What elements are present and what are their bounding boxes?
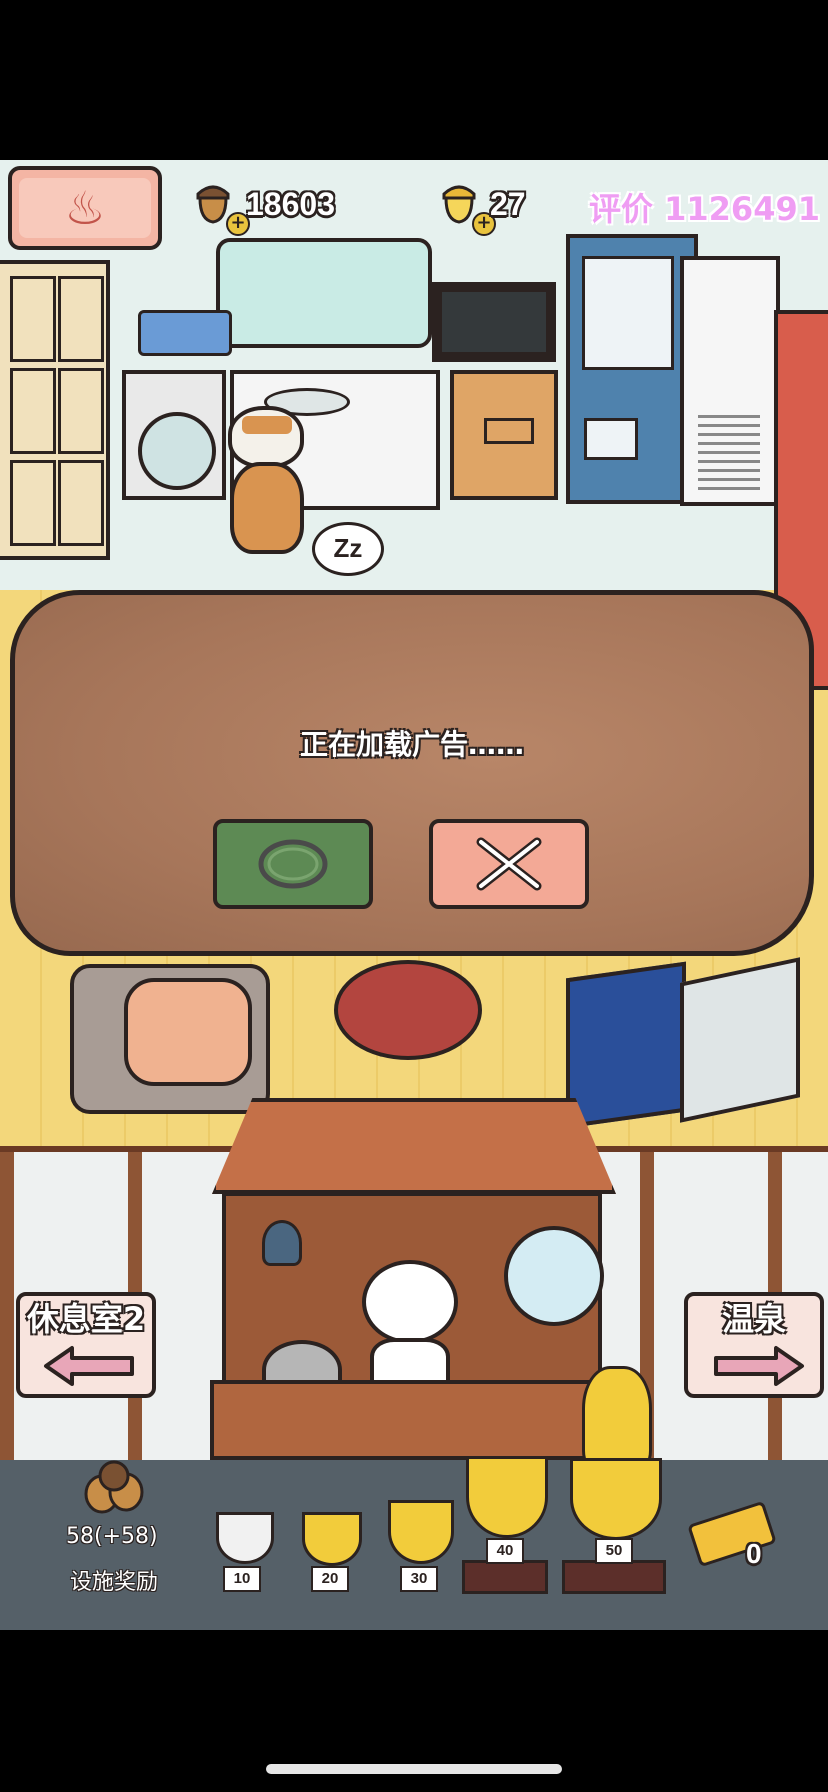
trophy-20-label: 20 [311, 1566, 349, 1592]
wind-chime [262, 1220, 302, 1266]
golden-acorn-count: 27 [490, 186, 526, 222]
facility-reward-value: 58(+58) [66, 1524, 158, 1549]
lockers[interactable] [0, 260, 110, 560]
receptionist-cat[interactable] [356, 1260, 464, 1400]
robot-vacuum[interactable] [334, 960, 482, 1060]
ticket-count: 0 [746, 1538, 762, 1569]
trophy-30[interactable]: 30 [384, 1500, 454, 1592]
vending-machine[interactable] [566, 234, 698, 504]
electric-fan[interactable] [504, 1226, 604, 1326]
trash-bin[interactable] [566, 961, 686, 1129]
go-rest-room-2-button[interactable]: 休息室2 [16, 1292, 156, 1398]
sleep-bubble: Zz [312, 522, 384, 576]
golden-acorn-icon [442, 185, 476, 224]
sleep-bubble-text: Zz [333, 533, 363, 563]
mirror [216, 238, 432, 348]
hot-spring-icon: ♨ [64, 180, 106, 235]
hot-spring-label: 温泉 [721, 1300, 786, 1338]
sleeping-cat[interactable] [224, 406, 314, 556]
dialog-message: 正在加载广告…… [299, 728, 524, 761]
close-icon [476, 837, 542, 891]
hot-spring-menu-button[interactable]: ♨ [8, 166, 162, 250]
confirm-button[interactable] [213, 819, 373, 909]
facility-reward-label[interactable]: 设施奖励 [70, 1564, 158, 1596]
trophy-30-label: 30 [400, 1566, 438, 1592]
rating-score: 评价 1126491 [588, 190, 820, 228]
circle-icon [258, 839, 328, 889]
air-conditioner[interactable] [680, 256, 780, 506]
game-scene: Zz ♨ + 18603 + 27 评价 1126491 正在加载广告…… 休息… [0, 160, 828, 1630]
ad-loading-dialog: 正在加载广告…… [10, 590, 814, 956]
arrow-right-icon [714, 1346, 804, 1386]
trophy-50[interactable]: 50 [562, 1366, 666, 1594]
cancel-button[interactable] [429, 819, 589, 909]
tv[interactable] [432, 282, 556, 362]
acorn-count: 18603 [246, 186, 335, 222]
acorn-pile-icon [84, 1460, 144, 1514]
arrow-left-icon [44, 1346, 134, 1386]
laundry-basket [138, 310, 232, 356]
trophy-10-label: 10 [223, 1566, 261, 1592]
rest-room-2-label: 休息室2 [26, 1300, 146, 1338]
trophy-50-label: 50 [595, 1538, 633, 1564]
reception-roof [212, 1098, 616, 1194]
massage-chair[interactable] [70, 964, 270, 1114]
reception-counter [210, 1380, 610, 1460]
trophy-10[interactable]: 10 [212, 1512, 274, 1592]
scale[interactable] [680, 957, 800, 1123]
trophy-20[interactable]: 20 [298, 1512, 362, 1592]
trophy-40[interactable]: 40 [462, 1456, 548, 1594]
tv-cabinet [450, 370, 558, 500]
home-indicator[interactable] [266, 1764, 562, 1774]
trophy-40-label: 40 [486, 1538, 524, 1564]
washing-machine[interactable] [122, 370, 226, 500]
acorn-icon [196, 185, 230, 224]
go-hot-spring-button[interactable]: 温泉 [684, 1292, 824, 1398]
